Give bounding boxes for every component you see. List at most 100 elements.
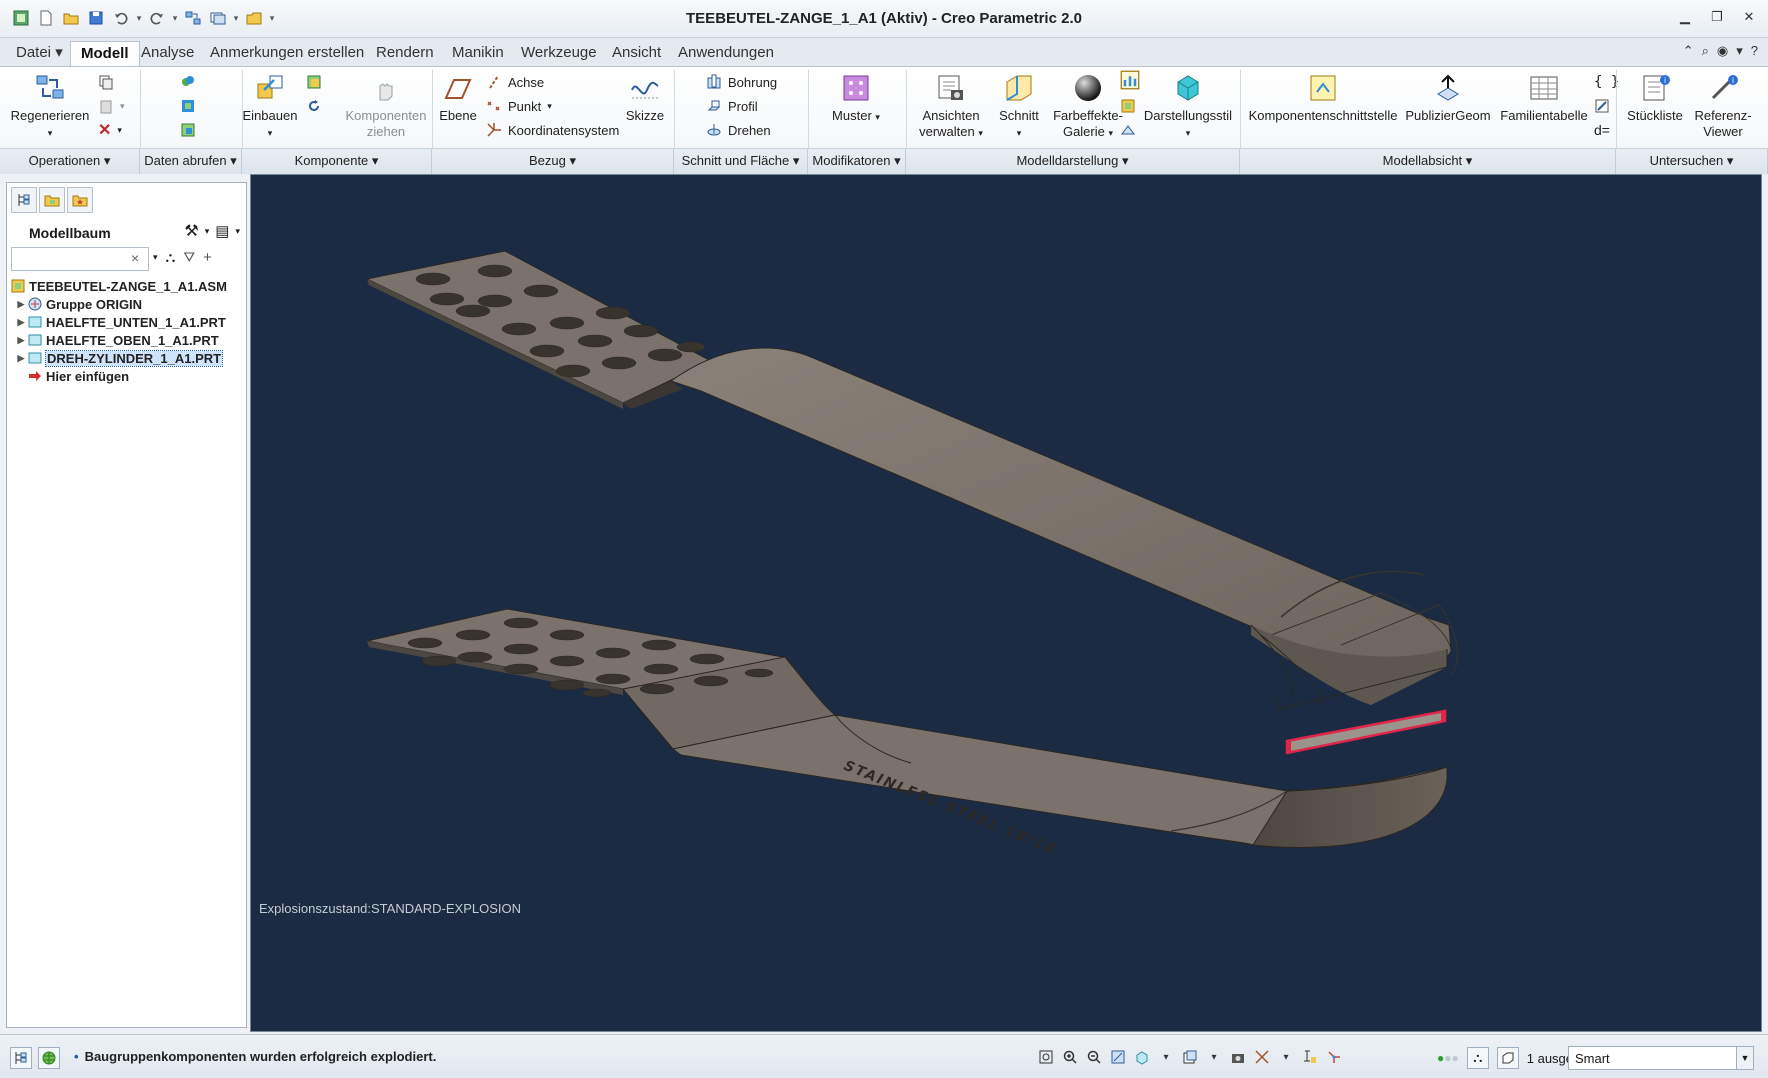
paste-button[interactable]: ▾ bbox=[98, 96, 125, 116]
show-icon[interactable]: ▤ bbox=[215, 222, 229, 240]
community-icon[interactable]: ◉ bbox=[1717, 43, 1728, 59]
graphics-window[interactable]: STAINLESS STEEL 18/10 Explosionszustand:… bbox=[250, 174, 1762, 1032]
section-button[interactable]: Schnitt ▾ bbox=[994, 72, 1044, 141]
component-interface-button[interactable]: Komponentenschnittstelle bbox=[1248, 72, 1398, 124]
show-dropdown-icon[interactable]: ▾ bbox=[235, 226, 240, 237]
tab-ansicht[interactable]: Ansicht bbox=[602, 41, 671, 66]
tab-manikin[interactable]: Manikin bbox=[442, 41, 514, 66]
expand-icon[interactable]: ▶ bbox=[15, 353, 27, 364]
group-daten-abrufen[interactable]: Daten abrufen ▾ bbox=[140, 148, 242, 174]
clear-search-icon[interactable]: × bbox=[131, 251, 145, 265]
group-bezug[interactable]: Bezug ▾ bbox=[432, 148, 674, 174]
drag-components-button[interactable]: Komponenten ziehen bbox=[340, 72, 432, 140]
collapse-ribbon-icon[interactable]: ⌃ bbox=[1683, 43, 1694, 59]
datum-display-icon[interactable] bbox=[1252, 1047, 1272, 1067]
display-style-dropdown-icon[interactable]: ▾ bbox=[1156, 1047, 1176, 1067]
sketch-button[interactable]: Skizze bbox=[620, 72, 670, 124]
toggle-navigator-button[interactable] bbox=[10, 1047, 32, 1069]
group-modelldarstellung[interactable]: Modelldarstellung ▾ bbox=[906, 148, 1240, 174]
tab-werkzeuge[interactable]: Werkzeuge bbox=[511, 41, 607, 66]
tree-item-group[interactable]: ▶ Gruppe ORIGIN bbox=[7, 295, 246, 313]
point-button[interactable]: Punkt ▾ bbox=[486, 96, 552, 116]
expand-icon[interactable]: ▶ bbox=[15, 335, 27, 346]
tab-anmerkungen[interactable]: Anmerkungen erstellen bbox=[200, 41, 374, 66]
tree-item-insert-here[interactable]: Hier einfügen bbox=[7, 367, 246, 385]
search-dropdown-icon[interactable]: ▾ bbox=[153, 252, 158, 263]
plane-button[interactable]: Ebene bbox=[436, 72, 480, 124]
display-style-dropdown[interactable]: Darstellungsstil ▾ bbox=[1140, 72, 1236, 141]
add-icon[interactable]: + bbox=[203, 249, 212, 266]
group-komponente[interactable]: Komponente ▾ bbox=[242, 148, 432, 174]
model-tree-tab[interactable] bbox=[11, 187, 37, 213]
view-manager-icon[interactable] bbox=[1228, 1047, 1248, 1067]
coordinate-system-button[interactable]: Koordinatensystem bbox=[486, 120, 619, 140]
rotation-cylinder-part[interactable] bbox=[1285, 709, 1447, 755]
annotation-display-icon[interactable] bbox=[1300, 1047, 1320, 1067]
group-modellabsicht[interactable]: Modellabsicht ▾ bbox=[1240, 148, 1616, 174]
pattern-button[interactable]: Muster ▾ bbox=[826, 72, 886, 125]
settings-icon[interactable]: ⚒ bbox=[184, 221, 198, 241]
manage-views-button[interactable]: Ansichten verwalten ▾ bbox=[918, 72, 984, 141]
delete-button[interactable]: ✕ ▾ bbox=[98, 120, 122, 140]
model-tree-search-input[interactable] bbox=[11, 247, 149, 271]
revolve-button[interactable]: Drehen bbox=[706, 120, 771, 140]
expand-icon[interactable]: ▶ bbox=[15, 317, 27, 328]
close-icon[interactable]: ✕ bbox=[1740, 8, 1758, 26]
group-schnitt-und-flaeche[interactable]: Schnitt und Fläche ▾ bbox=[674, 148, 808, 174]
regenerate-button[interactable]: Regenerieren ▾ bbox=[10, 72, 90, 141]
minimize-icon[interactable]: ▁ bbox=[1676, 8, 1694, 26]
extrude-button[interactable]: Profil bbox=[706, 96, 758, 116]
group-operationen[interactable]: Operationen ▾ bbox=[0, 148, 140, 174]
copy-geometry-button[interactable] bbox=[180, 72, 196, 92]
selection-filter-button[interactable] bbox=[1496, 1047, 1519, 1069]
d-equals-button[interactable]: d= bbox=[1594, 120, 1610, 140]
repeat-button[interactable] bbox=[306, 96, 322, 116]
layers-button[interactable] bbox=[1120, 96, 1136, 116]
display-graph-button[interactable] bbox=[1120, 70, 1140, 90]
selection-filter-dropdown-icon[interactable]: ▼ bbox=[1736, 1046, 1754, 1070]
filter-icon[interactable]: ⛛ bbox=[183, 249, 195, 266]
datum-display-dropdown-icon[interactable]: ▾ bbox=[1276, 1047, 1296, 1067]
copy-button[interactable] bbox=[98, 72, 114, 92]
spin-center-icon[interactable] bbox=[1324, 1047, 1344, 1067]
zoom-out-icon[interactable] bbox=[1084, 1047, 1104, 1067]
tab-anwendungen[interactable]: Anwendungen bbox=[668, 41, 784, 66]
group-modifikatoren[interactable]: Modifikatoren ▾ bbox=[808, 148, 906, 174]
shrinkwrap-button[interactable] bbox=[180, 96, 196, 116]
tree-item-assembly[interactable]: TEEBEUTEL-ZANGE_1_A1.ASM bbox=[7, 277, 246, 295]
appearance-gallery-button[interactable]: Farbeffekte- Galerie ▾ bbox=[1048, 72, 1128, 141]
tab-analyse[interactable]: Analyse bbox=[131, 41, 204, 66]
tree-item-part-selected[interactable]: ▶ DREH-ZYLINDER_1_A1.PRT bbox=[7, 349, 246, 367]
display-style-icon[interactable] bbox=[1132, 1047, 1152, 1067]
group-untersuchen[interactable]: Untersuchen ▾ bbox=[1616, 148, 1768, 174]
reference-viewer-button[interactable]: i Referenz- Viewer bbox=[1690, 72, 1756, 140]
find-button[interactable]: ⛬ bbox=[1466, 1047, 1489, 1069]
create-component-button[interactable] bbox=[306, 72, 322, 92]
tree-item-part[interactable]: ▶ HAELFTE_OBEN_1_A1.PRT bbox=[7, 331, 246, 349]
settings-dropdown-icon[interactable]: ▾ bbox=[205, 226, 210, 237]
axis-button[interactable]: Achse bbox=[486, 72, 544, 92]
bom-button[interactable]: i Stückliste bbox=[1624, 72, 1686, 124]
saved-views-icon[interactable] bbox=[1180, 1047, 1200, 1067]
parameters-button[interactable] bbox=[1594, 96, 1610, 116]
folder-browser-tab[interactable] bbox=[39, 187, 65, 213]
tree-item-part[interactable]: ▶ HAELFTE_UNTEN_1_A1.PRT bbox=[7, 313, 246, 331]
restore-icon[interactable]: ❐ bbox=[1708, 8, 1726, 26]
tab-datei[interactable]: Datei ▾ bbox=[6, 41, 73, 66]
search-icon[interactable]: ⌕ bbox=[1702, 43, 1709, 59]
refit-icon[interactable] bbox=[1036, 1047, 1056, 1067]
help-icon[interactable]: ? bbox=[1751, 43, 1758, 59]
binoculars-icon[interactable]: ⛬ bbox=[166, 249, 176, 266]
favorites-tab[interactable] bbox=[67, 187, 93, 213]
zoom-in-icon[interactable] bbox=[1060, 1047, 1080, 1067]
hole-button[interactable]: Bohrung bbox=[706, 72, 777, 92]
tab-rendern[interactable]: Rendern bbox=[366, 41, 444, 66]
merge-button[interactable] bbox=[180, 120, 196, 140]
saved-views-dropdown-icon[interactable]: ▾ bbox=[1204, 1047, 1224, 1067]
tab-modell[interactable]: Modell bbox=[70, 41, 140, 66]
display-style-button[interactable] bbox=[1120, 120, 1136, 140]
expand-icon[interactable]: ▶ bbox=[15, 299, 27, 310]
repaint-icon[interactable] bbox=[1108, 1047, 1128, 1067]
toggle-browser-button[interactable] bbox=[38, 1047, 60, 1069]
selection-filter-select[interactable]: Smart bbox=[1568, 1046, 1740, 1070]
